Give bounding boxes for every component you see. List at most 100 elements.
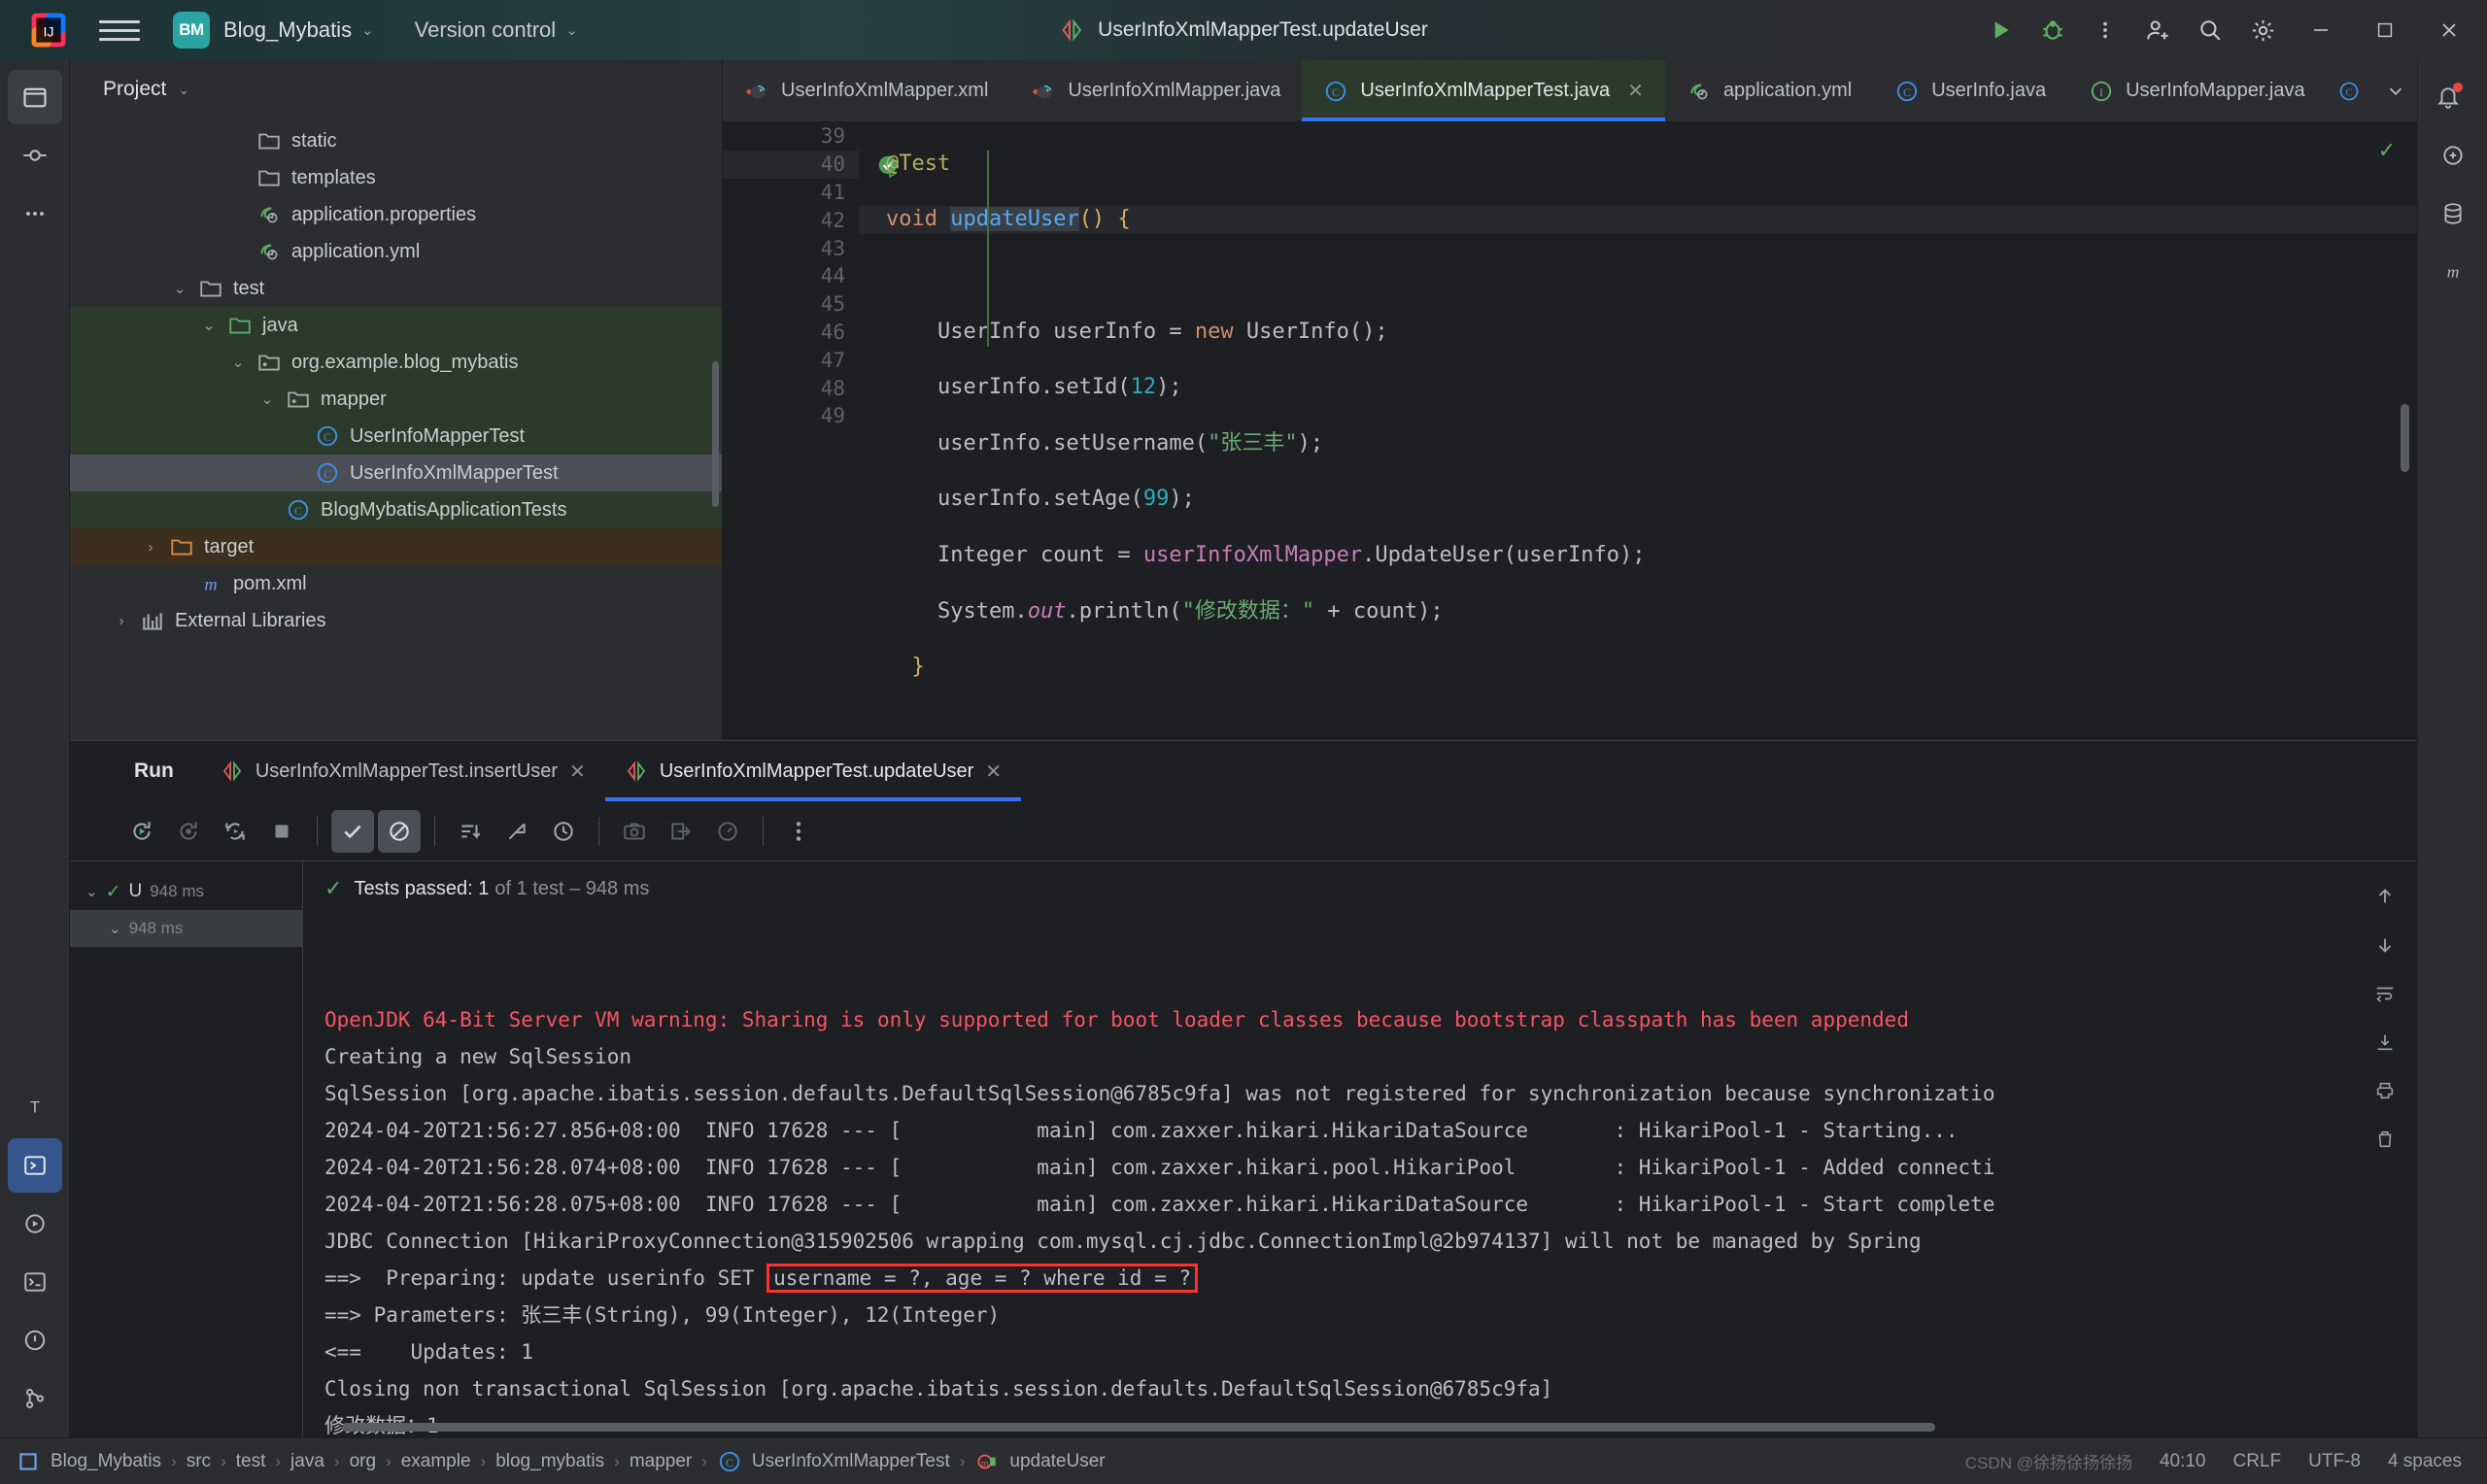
run-tab-userinfoxmlmappertest-insertuser[interactable]: UserInfoXmlMapperTest.insertUser ✕ <box>201 741 605 801</box>
run-tool-icon[interactable] <box>7 1138 62 1193</box>
git-tool-icon[interactable] <box>8 1371 62 1426</box>
minimize-icon[interactable] <box>2293 0 2349 60</box>
gutter-line-40[interactable]: 40 <box>723 150 898 179</box>
indent-setting[interactable]: 4 spaces <box>2388 1451 2462 1472</box>
gutter-line-47[interactable]: 47 <box>723 346 859 374</box>
rerun-failed-icon[interactable] <box>167 810 210 853</box>
code-editor[interactable]: 39 40 41 42 43 44 45 46 47 48 49 @Test void update… <box>723 122 2417 740</box>
line-separator[interactable]: CRLF <box>2233 1451 2282 1472</box>
toggle-auto-test-icon[interactable] <box>214 810 256 853</box>
chevron-down-icon[interactable]: ⌄ <box>165 280 194 297</box>
gutter-line-45[interactable]: 45 <box>723 290 859 319</box>
more-vertical-icon[interactable] <box>777 810 820 853</box>
sort-alphabetically-icon[interactable] <box>449 810 492 853</box>
chevron-down-icon[interactable]: ⌄ <box>565 21 578 39</box>
scroll-to-end-icon[interactable] <box>2364 1021 2406 1063</box>
tree-item-pom-xml[interactable]: m pom.xml <box>70 565 722 602</box>
tree-item-userinfoxmlmappertest[interactable]: C UserInfoXmlMapperTest <box>70 455 722 491</box>
stop-icon[interactable] <box>260 810 303 853</box>
editor-tab-userinfoxmlmapper-xml[interactable]: UserInfoXmlMapper.xml <box>723 60 1009 121</box>
breadcrumb-item-org[interactable]: org <box>350 1451 376 1472</box>
gutter-line-49[interactable]: 49 <box>723 402 859 430</box>
search-icon[interactable] <box>2188 8 2232 52</box>
chevron-right-icon[interactable]: › <box>136 539 165 556</box>
console-hscrollbar[interactable] <box>342 1423 1935 1432</box>
gutter-line-39[interactable]: 39 <box>723 122 859 151</box>
tree-item-blogmybatisapplicationtests[interactable]: C BlogMybatisApplicationTests <box>70 491 722 528</box>
breadcrumb-item-example[interactable]: example <box>401 1451 471 1472</box>
editor-tab-application-yml[interactable]: application.yml <box>1665 60 1873 121</box>
hamburger-menu-icon[interactable] <box>99 10 140 51</box>
debug-tool-icon[interactable] <box>8 1197 62 1251</box>
problems-tool-icon[interactable] <box>8 1313 62 1367</box>
chevron-down-icon[interactable]: ⌄ <box>109 920 121 937</box>
terminal-tool-icon[interactable] <box>8 1255 62 1309</box>
editor-tab-userinfomapper-java[interactable]: I UserInfoMapper.java <box>2067 60 2327 121</box>
test-results-tree[interactable]: ⌄ ✓ U 948 ms ⌄ 948 ms <box>70 861 303 1437</box>
test-history-icon[interactable] <box>706 810 749 853</box>
tree-item-application-properties[interactable]: application.properties <box>70 196 722 233</box>
soft-wrap-icon[interactable] <box>2364 972 2406 1015</box>
breadcrumb[interactable]: Blog_Mybatis › src › test › java › org › example › b… <box>16 1449 1106 1474</box>
account-icon[interactable] <box>2135 8 2180 52</box>
ai-assistant-icon[interactable] <box>2426 128 2480 183</box>
project-tool-icon[interactable] <box>7 70 62 124</box>
run-tab-list[interactable]: UserInfoXmlMapperTest.insertUser ✕ UserInf… <box>201 741 1022 801</box>
print-icon[interactable] <box>2364 1069 2406 1112</box>
breadcrumb-item-mapper[interactable]: mapper <box>630 1451 692 1472</box>
editor-tab-bar[interactable]: UserInfoXmlMapper.xml UserInfoXmlMapper.j… <box>723 60 2444 122</box>
notifications-icon[interactable] <box>2426 70 2480 124</box>
gutter-line-44[interactable]: 44 <box>723 262 859 290</box>
chevron-down-icon[interactable]: ⌄ <box>85 883 98 900</box>
more-tools-icon[interactable] <box>8 186 62 241</box>
tree-item-java[interactable]: ⌄ java <box>70 307 722 344</box>
tree-item-target[interactable]: › target <box>70 528 722 565</box>
more-vertical-icon[interactable] <box>2083 8 2128 52</box>
structure-tool-icon[interactable]: T <box>8 1080 62 1134</box>
database-icon[interactable] <box>2426 186 2480 241</box>
maven-icon[interactable]: m <box>2426 245 2480 299</box>
tree-item-templates[interactable]: templates <box>70 159 722 196</box>
scroll-up-icon[interactable] <box>2364 875 2406 918</box>
editor-tab-userinfoxmlmappertest-java[interactable]: C UserInfoXmlMapperTest.java ✕ <box>1302 60 1665 121</box>
close-run-tab-icon[interactable]: ✕ <box>985 759 1002 784</box>
breadcrumb-item-updateuser[interactable]: m updateUser <box>974 1449 1106 1474</box>
expand-collapse-icon[interactable] <box>495 810 538 853</box>
breadcrumb-item-blog-mybatis[interactable]: Blog_Mybatis <box>16 1449 161 1474</box>
rerun-icon[interactable] <box>120 810 163 853</box>
gutter-line-43[interactable]: 43 <box>723 234 859 262</box>
gutter-line-48[interactable]: 48 <box>723 374 859 402</box>
tree-item-userinfomappertest[interactable]: C UserInfoMapperTest <box>70 418 722 455</box>
breadcrumb-item-test[interactable]: test <box>236 1451 266 1472</box>
chevron-down-icon[interactable]: ⌄ <box>194 317 223 334</box>
chevron-down-icon[interactable] <box>2373 69 2418 114</box>
console-output[interactable]: OpenJDK 64-Bit Server VM warning: Sharin… <box>303 916 2353 1437</box>
project-panel-header[interactable]: Project ⌄ <box>70 60 722 118</box>
gutter-line-41[interactable]: 41 <box>723 179 859 207</box>
inspections-ok-icon[interactable]: ✓ <box>2378 138 2396 163</box>
commit-tool-icon[interactable] <box>8 128 62 183</box>
breadcrumb-item-blog-mybatis[interactable]: blog_mybatis <box>495 1451 604 1472</box>
test-tree-root[interactable]: ⌄ ✓ U 948 ms <box>70 873 302 910</box>
scroll-down-icon[interactable] <box>2364 924 2406 966</box>
gutter-line-42[interactable]: 42 <box>723 206 859 234</box>
project-name[interactable]: Blog_Mybatis <box>223 17 352 43</box>
editor-gutter[interactable]: 39 40 41 42 43 44 45 46 47 48 49 <box>723 122 898 740</box>
version-control-menu[interactable]: Version control ⌄ <box>415 17 578 43</box>
breadcrumb-item-userinfoxmlmappertest[interactable]: C UserInfoXmlMapperTest <box>717 1449 950 1474</box>
run-toolbar[interactable] <box>70 801 2417 861</box>
tree-item-test[interactable]: ⌄ test <box>70 270 722 307</box>
tree-item-static[interactable]: static <box>70 122 722 159</box>
code-text[interactable]: @Test void updateUser() { UserInfo userI… <box>859 122 2417 740</box>
editor-tab-userinfoxmlmapper-java[interactable]: UserInfoXmlMapper.java <box>1009 60 1302 121</box>
project-tree[interactable]: static templates application.properties app… <box>70 118 722 740</box>
run-configuration-selector[interactable]: UserInfoXmlMapperTest.updateUser <box>1059 17 1428 43</box>
tree-item-external-libraries[interactable]: › External Libraries <box>70 602 722 639</box>
close-run-tab-icon[interactable]: ✕ <box>569 759 586 784</box>
show-ignored-icon[interactable] <box>378 809 421 853</box>
gutter-line-46[interactable]: 46 <box>723 319 859 347</box>
chevron-down-icon[interactable]: ⌄ <box>223 354 253 371</box>
chevron-down-icon[interactable]: ⌄ <box>361 21 374 39</box>
console-side-toolbar[interactable] <box>2353 861 2417 1437</box>
file-encoding[interactable]: UTF-8 <box>2308 1451 2361 1472</box>
